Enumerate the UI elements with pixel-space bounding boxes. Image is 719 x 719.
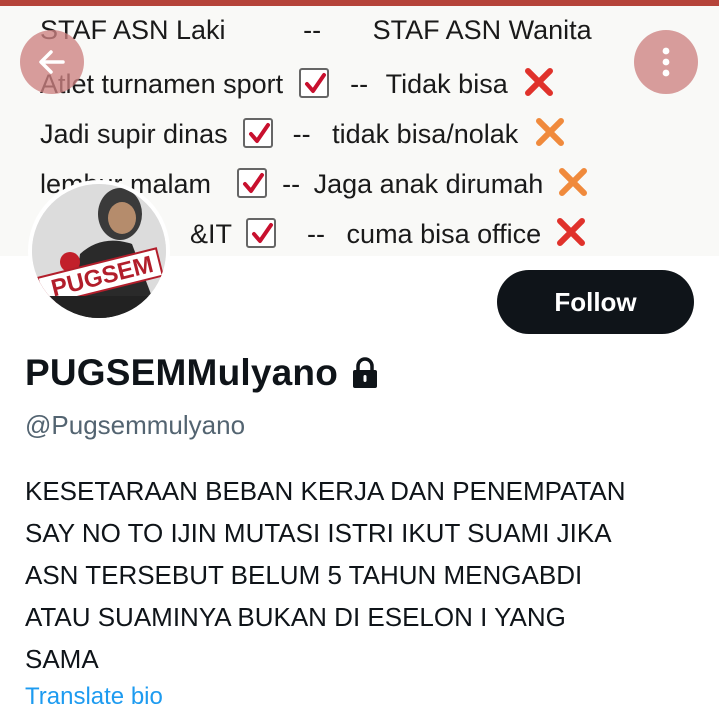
back-button[interactable] [20, 30, 84, 94]
checkbox-check-icon [243, 118, 274, 148]
banner-line-2: Atlet turnamen sport -- Tidak bisa [40, 66, 555, 100]
profile-name: PUGSEMMulyano [25, 352, 339, 393]
checkbox-check-icon [298, 68, 329, 98]
follow-button[interactable]: Follow [497, 270, 694, 334]
banner-line-1-right: STAF ASN Wanita [372, 15, 592, 45]
banner-line-3-right: tidak bisa/nolak [332, 119, 519, 149]
banner-line-3-left: Jadi supir dinas [40, 119, 228, 149]
banner-line-4-mid: -- [282, 169, 301, 199]
banner-line-2-mid: -- [350, 69, 369, 99]
banner-line-5-left: &IT [190, 219, 233, 249]
profile-handle: @Pugsemmulyano [25, 410, 246, 440]
back-arrow-icon [39, 50, 65, 74]
orange-cross-icon [558, 168, 587, 196]
bio-line: SAMA [25, 644, 99, 674]
banner-line-3-mid: -- [292, 119, 311, 149]
more-options-button[interactable] [634, 30, 698, 94]
bio-line: ATAU SUAMINYA BUKAN DI ESELON I YANG [25, 602, 566, 632]
avatar[interactable]: PUGSEM [28, 180, 170, 322]
banner-line-3: Jadi supir dinas -- tidak bisa/nolak [40, 116, 566, 150]
red-cross-icon [525, 68, 554, 96]
profile-bio: KESETARAAN BEBAN KERJA DAN PENEMPATAN SA… [25, 470, 705, 680]
red-cross-icon [556, 218, 585, 246]
banner-line-5: &IT -- cuma bisa office [190, 216, 587, 250]
banner-line-4-right: Jaga anak dirumah [313, 169, 544, 199]
orange-cross-icon [535, 118, 564, 146]
banner-line-5-mid: -- [307, 219, 326, 249]
more-vertical-icon [662, 47, 670, 77]
bio-line: ASN TERSEBUT BELUM 5 TAHUN MENGABDI [25, 560, 583, 590]
profile-name-row: PUGSEMMulyano [25, 352, 380, 394]
banner-line-1: STAF ASN Laki -- STAF ASN Wanita [40, 14, 592, 46]
bio-line: KESETARAAN BEBAN KERJA DAN PENEMPATAN [25, 476, 626, 506]
translate-bio-link[interactable]: Translate bio [25, 683, 163, 711]
lock-icon [353, 357, 378, 388]
checkbox-check-icon [245, 218, 276, 248]
bio-line: SAY NO TO IJIN MUTASI ISTRI IKUT SUAMI J… [25, 518, 612, 548]
banner-line-5-right: cuma bisa office [346, 219, 542, 249]
checkbox-check-icon [236, 168, 267, 198]
avatar-image: PUGSEM [32, 184, 166, 318]
banner-line-2-right: Tidak bisa [385, 69, 508, 99]
banner-line-1-mid: -- [303, 15, 322, 45]
